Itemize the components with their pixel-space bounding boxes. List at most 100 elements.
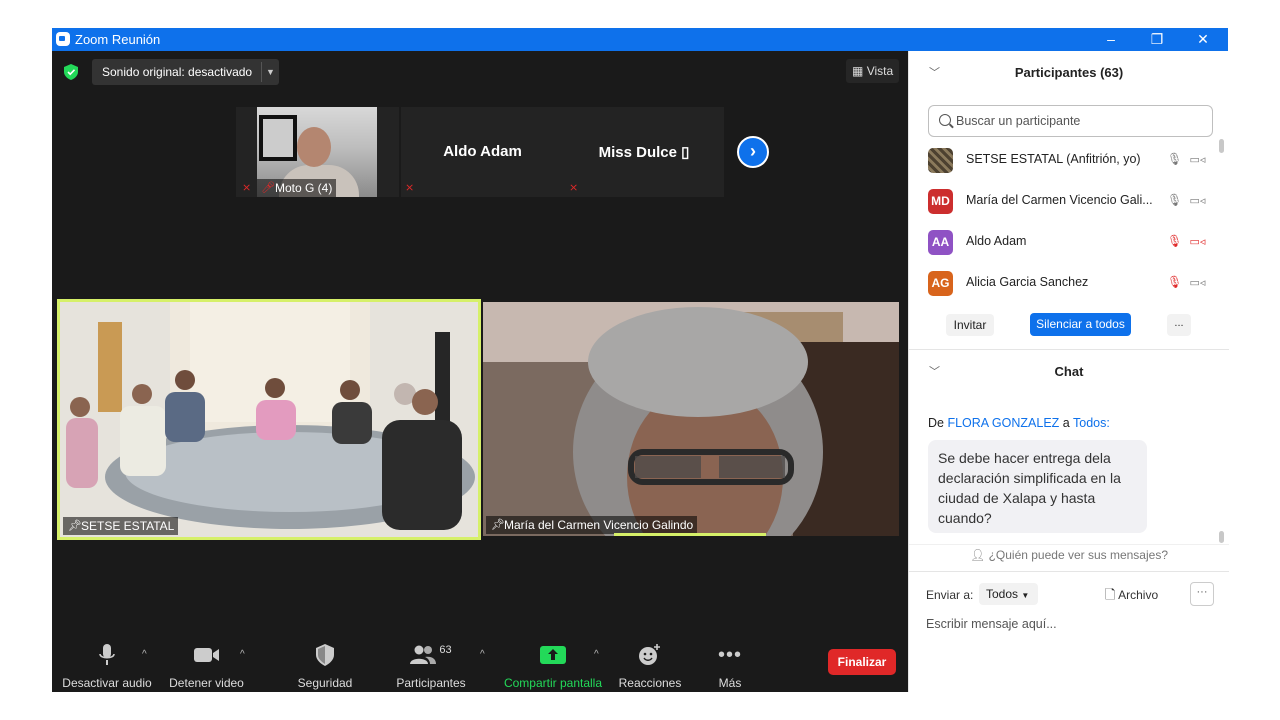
video-camera-icon[interactable]: ▭◃ bbox=[1189, 194, 1206, 207]
chevron-down-icon[interactable]: ▼ bbox=[266, 59, 275, 85]
collapse-chevron-icon[interactable]: ﹀ bbox=[929, 51, 940, 95]
invite-button[interactable]: Invitar bbox=[946, 314, 994, 336]
who-can-see-messages[interactable]: 👤︎ ¿Quién puede ver sus mensajes? bbox=[909, 548, 1229, 562]
audio-options-caret[interactable]: ^ bbox=[142, 649, 147, 660]
video-camera-icon[interactable]: ▭◃ bbox=[1189, 153, 1206, 166]
participant-row[interactable]: SETSE ESTATAL (Anfitrión, yo) 🎙︎ ▭◃ bbox=[909, 139, 1221, 180]
background-frame bbox=[259, 115, 297, 161]
participant-row[interactable]: AG Alicia Garcia Sanchez 🎙︎ ▭◃ bbox=[909, 262, 1221, 303]
meeting-toolbar: Desactivar audio ^ Detener video ^ Segur… bbox=[52, 634, 908, 692]
encryption-shield-icon[interactable] bbox=[64, 64, 78, 80]
participant-thumbnail[interactable]: Miss Dulce ▯ ⨯ bbox=[564, 107, 724, 197]
person-head bbox=[297, 127, 331, 167]
search-icon bbox=[939, 114, 951, 126]
original-sound-toggle[interactable]: Sonido original: desactivado ▼ bbox=[92, 59, 279, 85]
participants-label: Participantes bbox=[396, 676, 466, 690]
grid-icon: ▦ bbox=[852, 64, 864, 78]
title-bar: Zoom Reunión – ❐ ✕ bbox=[52, 28, 1228, 51]
avatar: AA bbox=[928, 230, 953, 255]
file-button[interactable]: 🗋︎ Archivo bbox=[1105, 586, 1158, 608]
view-button[interactable]: ▦ Vista bbox=[846, 59, 900, 83]
stop-video-button[interactable]: Detener video bbox=[164, 642, 249, 690]
sender-name[interactable]: FLORA GONZALEZ bbox=[947, 416, 1059, 430]
participants-header: ﹀ Participantes (63) bbox=[909, 51, 1229, 95]
divider bbox=[261, 62, 262, 82]
send-to-label: Enviar a: bbox=[926, 588, 974, 602]
participant-name-label: 🎤︎ Moto G (4) bbox=[257, 179, 337, 197]
pin-icon: 📌︎ bbox=[491, 519, 505, 531]
security-button[interactable]: Seguridad bbox=[292, 642, 358, 690]
participant-search-input[interactable] bbox=[956, 106, 1206, 136]
next-page-button[interactable]: › bbox=[737, 136, 769, 168]
recipient-name[interactable]: Todos: bbox=[1073, 416, 1110, 430]
chat-header: ﹀ Chat bbox=[909, 350, 1229, 394]
participant-thumbnail[interactable]: Aldo Adam ⨯ bbox=[401, 107, 564, 197]
participant-name-label: 📌︎ María del Carmen Vicencio Galindo bbox=[486, 516, 698, 534]
collapse-chevron-icon[interactable]: ﹀ bbox=[929, 350, 940, 394]
restore-button[interactable]: ❐ bbox=[1134, 28, 1180, 51]
chat-more-button[interactable]: ··· bbox=[1190, 582, 1214, 606]
audio-level-bar bbox=[614, 533, 766, 536]
end-meeting-button[interactable]: Finalizar bbox=[828, 649, 896, 675]
video-tile-active-speaker[interactable]: 📌︎ SETSE ESTATAL bbox=[57, 299, 481, 540]
participant-name: Alicia Garcia Sanchez bbox=[966, 275, 1089, 289]
participant-name: María del Carmen Vicencio Gali... bbox=[966, 193, 1153, 207]
share-screen-icon bbox=[502, 642, 604, 668]
chat-message-input[interactable] bbox=[926, 611, 1216, 637]
microphone-icon[interactable]: 🎙︎ bbox=[1167, 152, 1182, 166]
mic-muted-icon: ⨯ bbox=[569, 182, 579, 194]
participants-options-caret[interactable]: ^ bbox=[480, 649, 485, 660]
zoom-app-icon bbox=[56, 32, 70, 46]
divider bbox=[909, 544, 1229, 545]
reactions-button[interactable]: Reacciones bbox=[616, 642, 684, 690]
microphone-muted-icon[interactable]: 🎙︎ bbox=[1167, 234, 1182, 248]
participants-more-button[interactable]: ... bbox=[1167, 314, 1191, 336]
avatar: AG bbox=[928, 271, 953, 296]
file-icon: 🗋︎ bbox=[1105, 587, 1116, 602]
mute-all-button[interactable]: Silenciar a todos bbox=[1030, 313, 1131, 336]
more-label: Más bbox=[718, 676, 742, 690]
share-options-caret[interactable]: ^ bbox=[594, 649, 599, 660]
mic-muted-icon: 🎤︎ bbox=[261, 182, 275, 194]
microphone-muted-icon[interactable]: 🎙︎ bbox=[1167, 275, 1182, 289]
participants-button[interactable]: 63 Participantes bbox=[394, 642, 468, 690]
smiley-plus-icon bbox=[616, 642, 684, 668]
chat-scrollbar[interactable] bbox=[1219, 531, 1224, 543]
minimize-button[interactable]: – bbox=[1088, 28, 1134, 51]
participant-row[interactable]: MD María del Carmen Vicencio Gali... 🎙︎ … bbox=[909, 180, 1221, 221]
close-button[interactable]: ✕ bbox=[1180, 28, 1226, 51]
video-camera-icon bbox=[164, 642, 249, 668]
mute-audio-label: Desactivar audio bbox=[62, 676, 152, 690]
share-screen-label: Compartir pantalla bbox=[503, 676, 603, 690]
divider bbox=[909, 571, 1229, 572]
participant-video: 🎤︎ Moto G (4) bbox=[257, 107, 377, 197]
chat-title: Chat bbox=[1054, 364, 1084, 379]
avatar: MD bbox=[928, 189, 953, 214]
participant-search[interactable] bbox=[928, 105, 1213, 137]
participants-icon: 63 bbox=[394, 642, 468, 668]
participants-scrollbar[interactable] bbox=[1219, 139, 1224, 153]
participant-name: Miss Dulce ▯ bbox=[598, 144, 690, 161]
zoom-window: Zoom Reunión – ❐ ✕ Sonido original: desa… bbox=[52, 28, 1229, 692]
recipient-select[interactable]: Todos ▼ bbox=[979, 583, 1038, 605]
pin-icon: 📌︎ bbox=[68, 520, 82, 532]
video-options-caret[interactable]: ^ bbox=[240, 649, 245, 660]
microphone-icon bbox=[62, 642, 152, 668]
participant-thumbnail[interactable]: 🎤︎ Moto G (4) ⨯ bbox=[236, 107, 399, 197]
participant-name: Aldo Adam bbox=[966, 234, 1027, 248]
stop-video-label: Detener video bbox=[169, 676, 244, 690]
video-tile[interactable]: 📌︎ María del Carmen Vicencio Galindo bbox=[483, 302, 899, 536]
original-sound-label: Sonido original: desactivado bbox=[102, 65, 253, 79]
more-button[interactable]: ••• Más bbox=[708, 642, 752, 691]
participant-row[interactable]: AA Aldo Adam 🎙︎ ▭◃ bbox=[909, 221, 1221, 262]
chevron-down-icon: ▼ bbox=[1021, 591, 1030, 600]
participant-video bbox=[483, 302, 899, 536]
video-camera-off-icon[interactable]: ▭◃ bbox=[1189, 235, 1206, 248]
window-title: Zoom Reunión bbox=[75, 32, 161, 47]
microphone-icon[interactable]: 🎙︎ bbox=[1167, 193, 1182, 207]
share-screen-button[interactable]: Compartir pantalla bbox=[502, 642, 604, 690]
more-dots-icon: ••• bbox=[717, 643, 742, 666]
participants-title: Participantes (63) bbox=[1014, 65, 1124, 80]
mute-audio-button[interactable]: Desactivar audio bbox=[62, 642, 152, 690]
video-camera-icon[interactable]: ▭◃ bbox=[1189, 276, 1206, 289]
